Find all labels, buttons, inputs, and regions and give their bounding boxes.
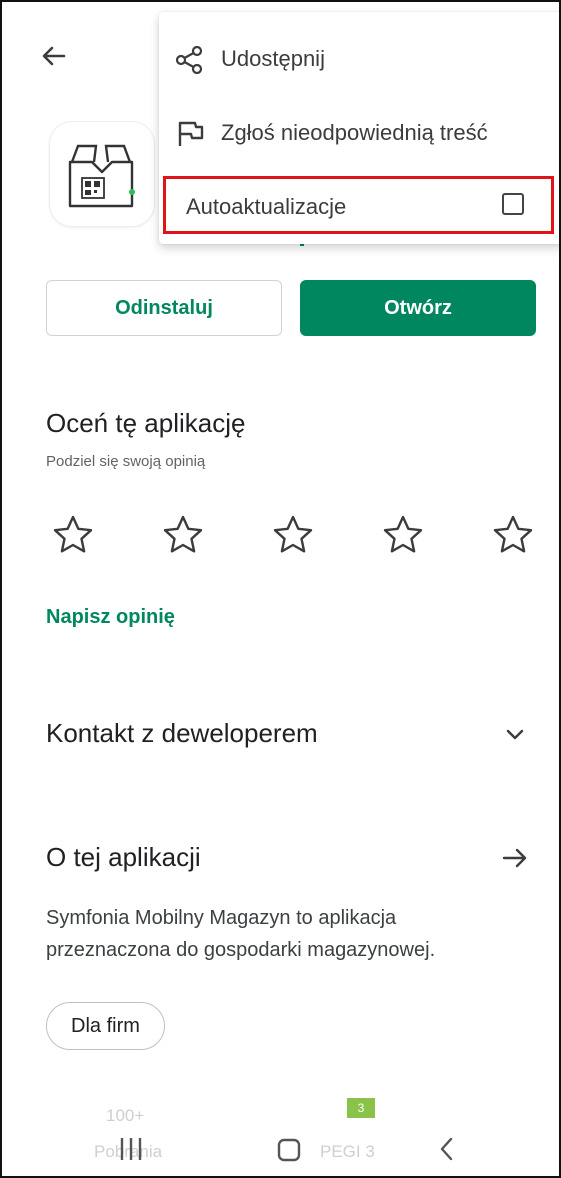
star-3-icon[interactable] (272, 514, 314, 554)
about-app-title[interactable]: O tej aplikacji (46, 842, 201, 873)
chevron-down-icon[interactable] (502, 722, 528, 748)
back-nav-icon[interactable] (434, 1134, 460, 1164)
menu-item-autoupdate-label: Autoaktualizacje (186, 194, 347, 219)
back-arrow-icon[interactable] (38, 40, 70, 72)
open-button[interactable]: Otwórz (300, 280, 536, 336)
flag-icon (178, 121, 204, 146)
menu-item-report[interactable]: Zgłoś nieodpowiednią treść (159, 100, 559, 166)
menu-item-share[interactable]: Udostępnij (159, 26, 559, 92)
menu-item-report-label: Zgłoś nieodpowiednią treść (221, 120, 488, 145)
write-review-link[interactable]: Napisz opinię (46, 606, 175, 629)
pegi-icon: 3 (347, 1098, 375, 1118)
autoupdate-checkbox[interactable] (502, 193, 524, 215)
menu-item-autoupdate[interactable]: Autoaktualizacje (163, 176, 554, 234)
share-icon (175, 46, 203, 74)
arrow-right-icon[interactable] (499, 842, 531, 874)
uninstall-button[interactable]: Odinstaluj (46, 280, 282, 336)
contact-developer-title[interactable]: Kontakt z deweloperem (46, 718, 318, 749)
category-chip[interactable]: Dla firm (46, 1002, 165, 1050)
app-description: Symfonia Mobilny Magazyn to aplikacja pr… (46, 907, 436, 961)
menu-item-share-label: Udostępnij (221, 46, 325, 71)
overflow-menu: Udostępnij Zgłoś nieodpowiednią treść Au… (159, 12, 559, 244)
star-5-icon[interactable] (492, 514, 534, 554)
screen: Udostępnij Zgłoś nieodpowiednią treść Au… (0, 0, 561, 1178)
star-2-icon[interactable] (162, 514, 204, 554)
app-icon (50, 122, 154, 226)
star-1-icon[interactable] (52, 514, 94, 554)
star-4-icon[interactable] (382, 514, 424, 554)
rate-app-subtitle: Podziel się swoją opinią (46, 453, 206, 470)
rate-app-title: Oceń tę aplikację (46, 408, 246, 438)
recent-apps-icon[interactable] (118, 1134, 144, 1164)
system-nav-bar (2, 1122, 559, 1176)
warehouse-box-icon (68, 144, 135, 208)
home-icon[interactable] (276, 1134, 302, 1164)
